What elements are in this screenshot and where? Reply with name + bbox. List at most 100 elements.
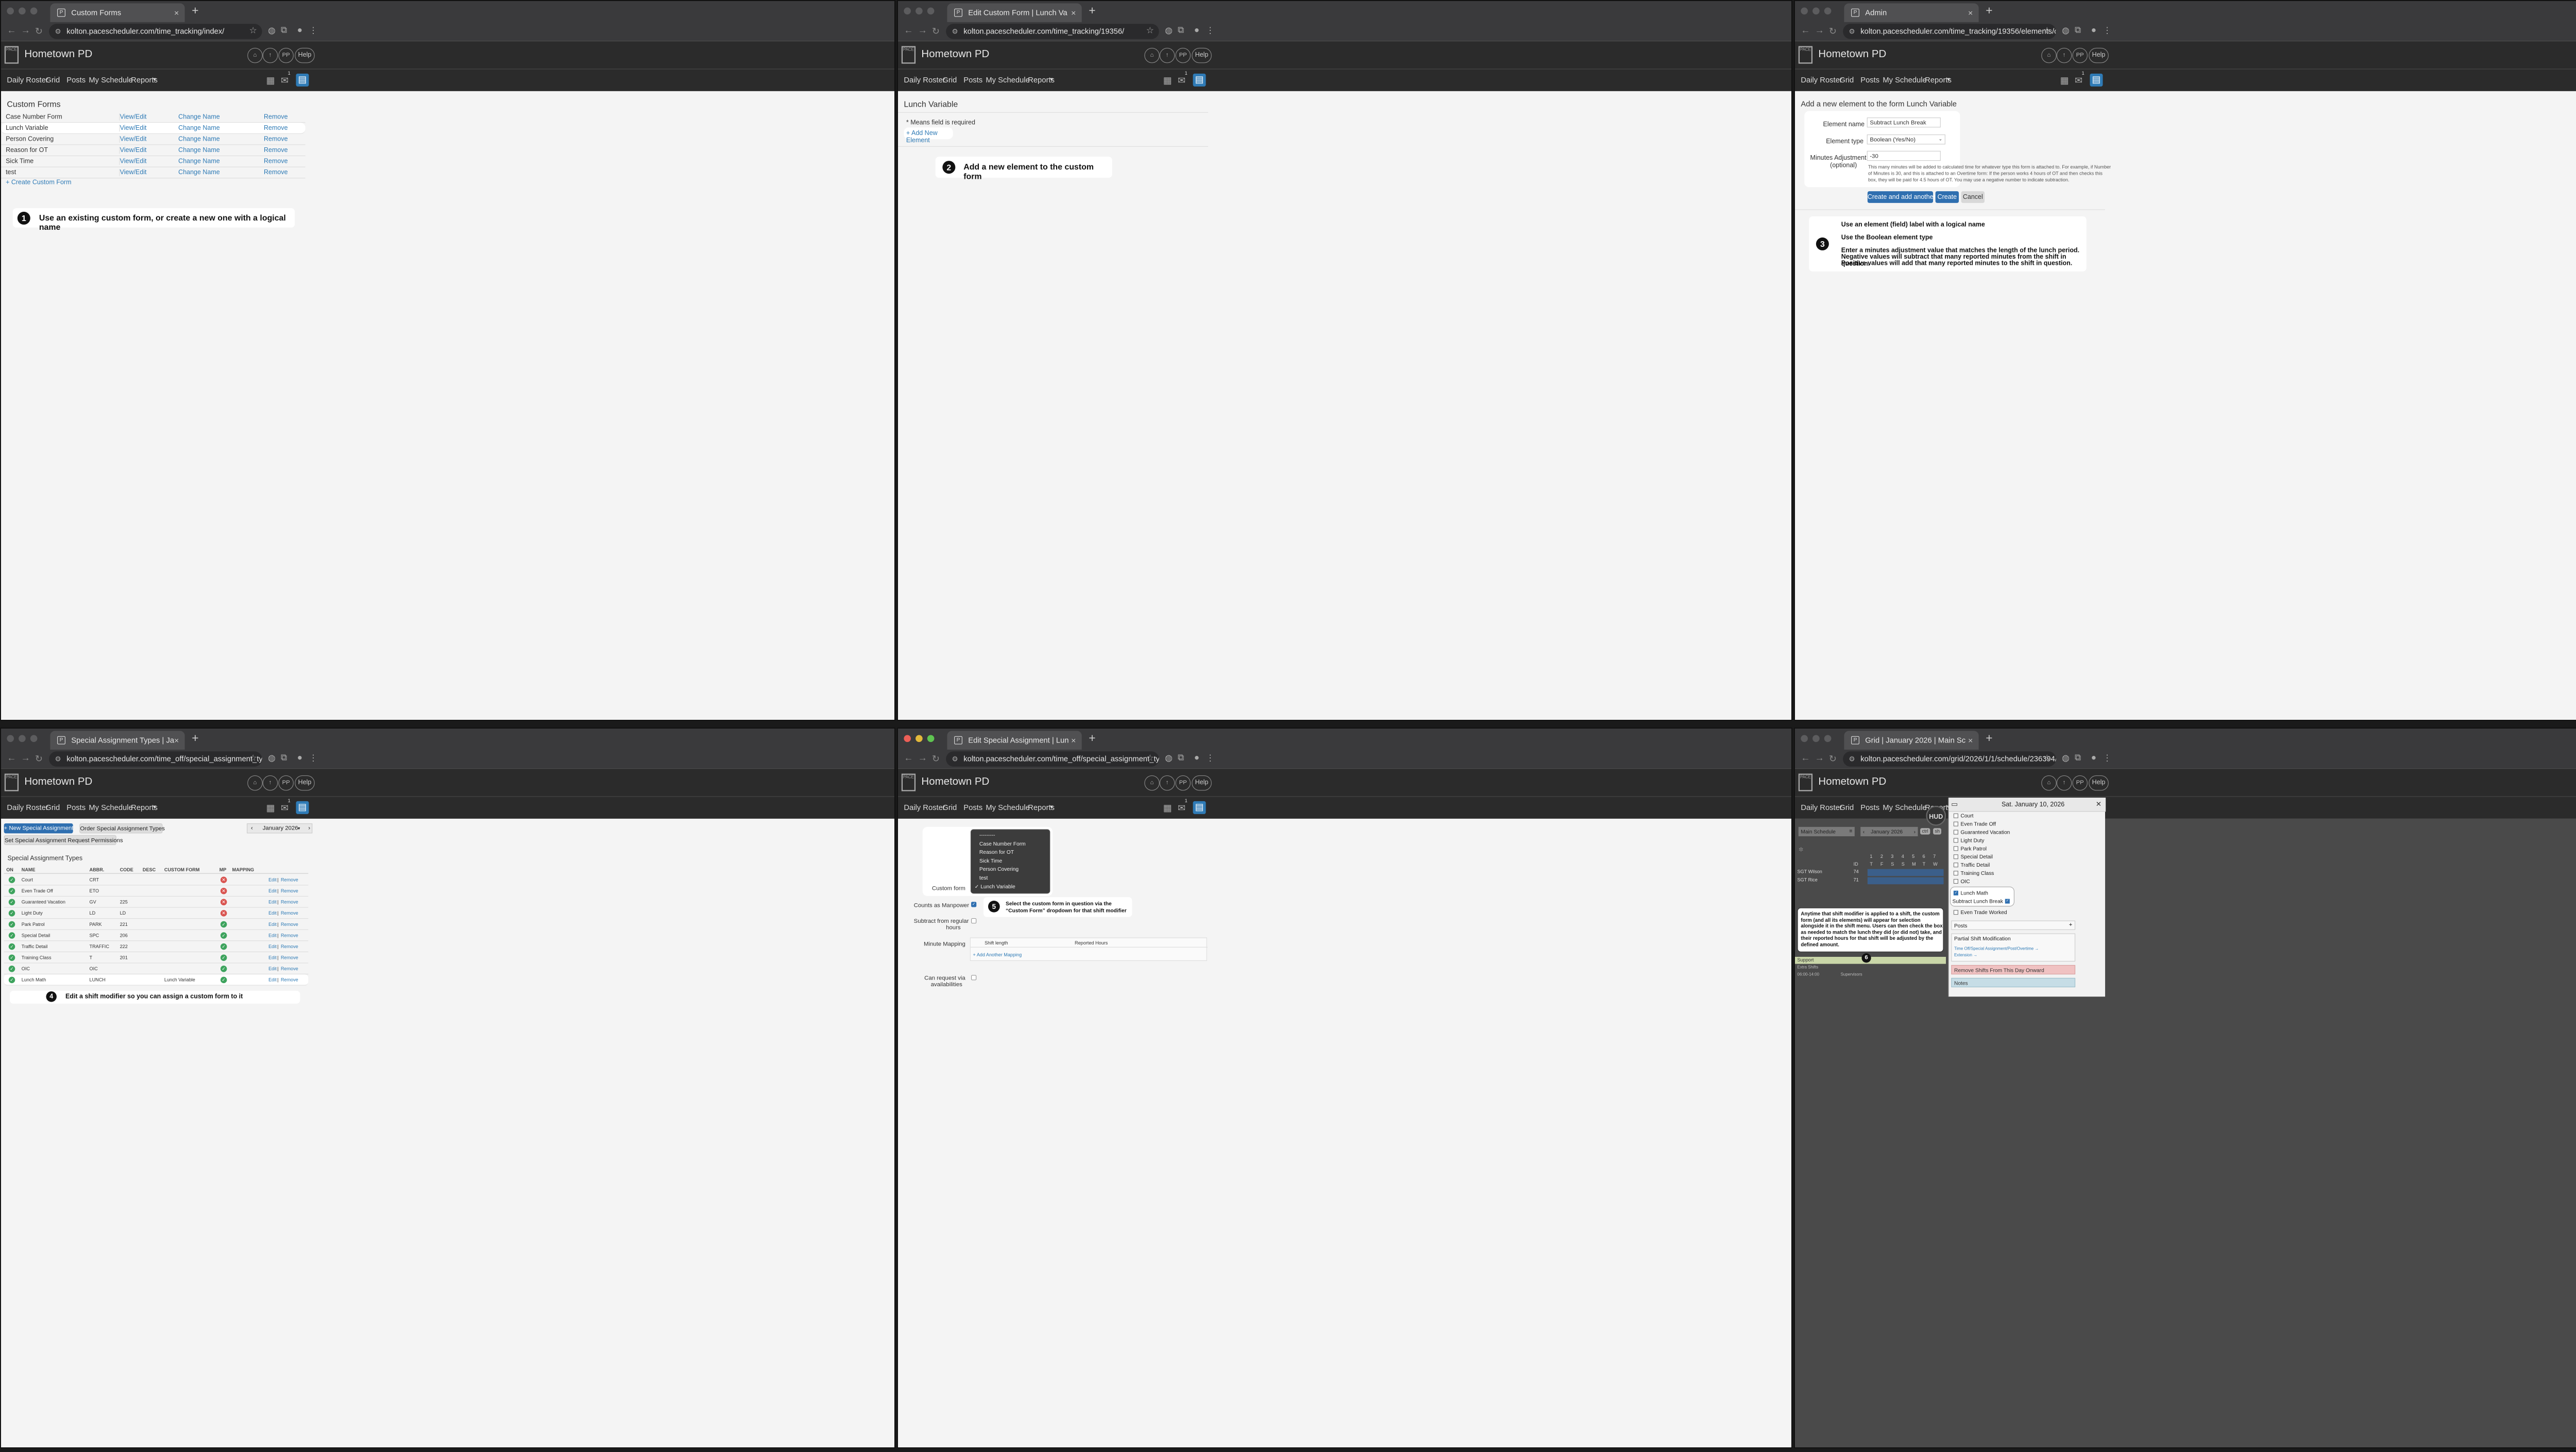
- window-control-y[interactable]: [1812, 735, 1820, 742]
- reload-icon[interactable]: ↻: [35, 753, 43, 765]
- bank-icon[interactable]: ⌂: [247, 47, 263, 63]
- remove-link[interactable]: Remove: [264, 169, 288, 176]
- window-control-g[interactable]: [927, 7, 935, 15]
- upload-icon[interactable]: ↑: [1159, 775, 1175, 791]
- partial-link-2[interactable]: Extension →: [1954, 953, 1977, 957]
- puzzle-icon[interactable]: ⧉: [281, 753, 287, 763]
- menu-item-posts[interactable]: Posts: [1860, 803, 1879, 812]
- menu-item-posts[interactable]: Posts: [1860, 75, 1879, 84]
- forward-icon[interactable]: →: [21, 753, 30, 764]
- month-picker[interactable]: ‹ January 2026 ▾ ›: [247, 823, 313, 834]
- enabled-check-icon[interactable]: ✓: [8, 876, 15, 883]
- view-edit-link[interactable]: View/Edit: [119, 113, 146, 121]
- forward-icon[interactable]: →: [21, 26, 30, 36]
- modifier-item[interactable]: Training Class: [1951, 869, 2068, 877]
- address-bar[interactable]: ⚙ kolton.pacescheduler.com/time_tracking/…: [49, 24, 262, 39]
- bank-icon[interactable]: ⌂: [1144, 47, 1160, 63]
- window-control-g[interactable]: [1824, 7, 1832, 15]
- menu-item-daily-roster[interactable]: Daily Roster: [7, 75, 48, 84]
- element-name-input[interactable]: Subtract Lunch Break: [1867, 117, 1941, 128]
- upload-icon[interactable]: ↑: [1159, 47, 1175, 63]
- create-and-add-another-button[interactable]: Create and add another: [1867, 191, 1936, 203]
- menu-item-daily-roster[interactable]: Daily Roster: [7, 803, 48, 812]
- window-control-g[interactable]: [30, 735, 38, 742]
- bank-icon[interactable]: ⌂: [247, 775, 263, 791]
- brand-title[interactable]: Hometown PD: [1818, 48, 1886, 60]
- lunch-math-checkbox[interactable]: ✓: [1953, 890, 1958, 896]
- help-button[interactable]: Help: [1192, 47, 1212, 63]
- view-edit-link[interactable]: View/Edit: [119, 124, 146, 132]
- dropdown-option[interactable]: test: [979, 875, 988, 881]
- calendar-icon[interactable]: ▦: [1163, 75, 1172, 87]
- address-bar[interactable]: ⚙ kolton.pacescheduler.com/time_off/speci…: [946, 751, 1159, 767]
- officer-name[interactable]: SGT Rice: [1798, 877, 1818, 883]
- address-bar[interactable]: ⚙ kolton.pacescheduler.com/time_off/speci…: [49, 751, 262, 767]
- new-tab-icon[interactable]: +: [192, 732, 198, 746]
- back-icon[interactable]: ←: [7, 26, 16, 36]
- menu-item-grid[interactable]: Grid: [45, 75, 60, 84]
- enabled-check-icon[interactable]: ✓: [8, 899, 15, 906]
- modifier-checkbox[interactable]: [1953, 821, 1958, 826]
- inbox-icon[interactable]: ✉: [281, 802, 289, 814]
- modifier-checkbox[interactable]: [1953, 863, 1958, 868]
- window-control-y[interactable]: [19, 735, 26, 742]
- close-tab-icon[interactable]: ×: [174, 731, 179, 750]
- browser-tab[interactable]: P Special Assignment Types | Ja ×: [50, 731, 185, 750]
- menu-dots-icon[interactable]: ⋮: [309, 753, 317, 763]
- help-button[interactable]: Help: [295, 775, 315, 791]
- shift-cells[interactable]: [1867, 869, 1944, 876]
- hud-button[interactable]: HUD: [1926, 805, 1946, 826]
- user-avatar[interactable]: PP: [1175, 775, 1191, 791]
- calendar-icon[interactable]: ▦: [266, 75, 275, 87]
- view-edit-link[interactable]: View/Edit: [119, 136, 146, 143]
- edit-link[interactable]: Edit: [268, 955, 277, 960]
- edit-link[interactable]: Edit: [268, 922, 277, 927]
- extension-icon[interactable]: ◍: [2062, 753, 2070, 763]
- grid-view-icon[interactable]: ▤: [1193, 801, 1206, 814]
- menu-item-grid[interactable]: Grid: [942, 75, 957, 84]
- window-control-y[interactable]: [1812, 7, 1820, 15]
- bookmark-star-icon[interactable]: ☆: [1146, 753, 1154, 763]
- window-control-r[interactable]: [904, 7, 911, 15]
- extension-icon[interactable]: ◍: [268, 753, 276, 763]
- extension-icon[interactable]: ◍: [1165, 25, 1173, 36]
- address-bar[interactable]: ⚙ kolton.pacescheduler.com/time_tracking/…: [946, 24, 1159, 39]
- profile-icon[interactable]: ●: [1194, 25, 1199, 35]
- calendar-icon[interactable]: ▦: [266, 802, 275, 814]
- close-icon[interactable]: ✕: [2096, 800, 2102, 808]
- edit-link[interactable]: Edit: [268, 877, 277, 883]
- remove-link[interactable]: Remove: [281, 966, 298, 971]
- dropdown-option[interactable]: Sick Time: [979, 858, 1002, 864]
- window-control-y[interactable]: [19, 7, 26, 15]
- remove-link[interactable]: Remove: [264, 147, 288, 154]
- browser-tab[interactable]: P Admin ×: [1844, 3, 1979, 22]
- remove-link[interactable]: Remove: [281, 977, 298, 983]
- menu-dots-icon[interactable]: ⋮: [1206, 753, 1214, 763]
- manpower-checkbox[interactable]: ✓: [971, 902, 977, 907]
- inbox-icon[interactable]: ✉: [2075, 75, 2082, 87]
- custom-form-dropdown[interactable]: --------- Case Number Form Reason for OT Si…: [970, 829, 1050, 894]
- window-control-r[interactable]: [1801, 7, 1808, 15]
- view-edit-link[interactable]: View/Edit: [119, 158, 146, 165]
- bookmark-star-icon[interactable]: ☆: [2043, 25, 2051, 36]
- menu-item-my-schedule[interactable]: My Schedule: [89, 75, 132, 84]
- menu-item-posts[interactable]: Posts: [963, 75, 982, 84]
- close-tab-icon[interactable]: ×: [1071, 4, 1076, 22]
- remove-link[interactable]: Remove: [281, 877, 298, 883]
- new-tab-icon[interactable]: +: [1986, 5, 1992, 18]
- bookmark-star-icon[interactable]: ☆: [1146, 25, 1154, 36]
- browser-tab[interactable]: P Edit Special Assignment | Lun ×: [947, 731, 1082, 750]
- change-name-link[interactable]: Change Name: [178, 125, 220, 132]
- extension-icon[interactable]: ◍: [2062, 25, 2070, 36]
- enabled-check-icon[interactable]: ✓: [8, 921, 15, 928]
- modifier-item[interactable]: Light Duty: [1951, 836, 2068, 845]
- modifier-item[interactable]: OIC: [1951, 877, 2068, 886]
- change-name-link[interactable]: Change Name: [178, 169, 220, 176]
- browser-tab[interactable]: P Edit Custom Form | Lunch Va ×: [947, 3, 1082, 22]
- month-picker[interactable]: ‹ January 2026 ›: [1860, 826, 1918, 837]
- dropdown-option[interactable]: Reason for OT: [979, 849, 1014, 855]
- remove-link[interactable]: Remove: [281, 933, 298, 938]
- menu-item-daily-roster[interactable]: Daily Roster: [904, 75, 945, 84]
- shift-cells[interactable]: [1867, 877, 1944, 885]
- address-bar[interactable]: ⚙ kolton.pacescheduler.com/grid/2026/1/1/…: [1843, 751, 2056, 767]
